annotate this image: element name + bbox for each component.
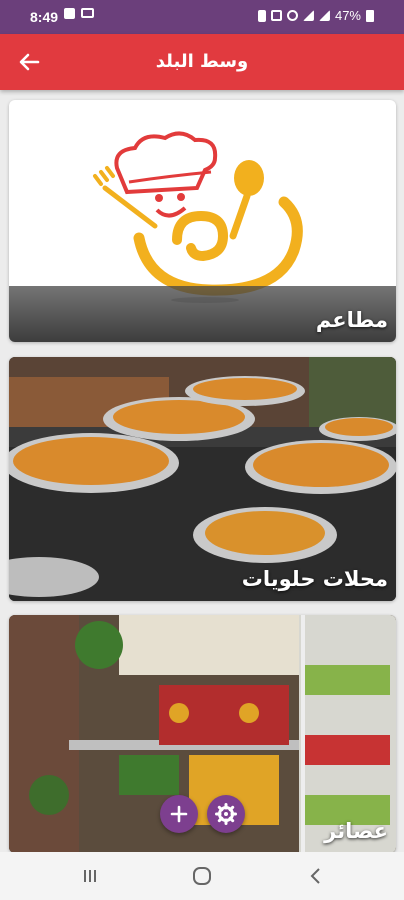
laptop-notification-icon [81,8,94,18]
battery-percent: 47% [334,8,361,23]
status-bar: 8:49 47% [0,0,404,34]
category-label: مطاعم [315,308,388,332]
wifi-icon [286,10,298,21]
battery-saver-icon [257,9,266,22]
image-notification-icon [64,8,75,19]
signal-2-icon [318,10,330,21]
system-icons: 47% [257,8,374,23]
category-card-restaurants[interactable]: مطاعم [9,100,396,342]
home-icon[interactable] [191,865,213,887]
plus-icon [170,805,188,823]
battery-icon [366,9,374,22]
settings-button[interactable] [207,795,245,833]
knafeh-photo [9,357,396,601]
recent-apps-icon[interactable] [80,866,100,886]
signal-icon [302,10,314,21]
app-bar: وسط البلد [0,34,404,90]
system-nav-bar [0,852,404,900]
back-nav-icon[interactable] [306,866,326,886]
page-title: وسط البلد [155,51,249,72]
gear-icon [215,803,237,825]
category-card-sweets[interactable]: محلات حلويات [9,357,396,601]
juice-shop-photo [9,615,396,853]
add-button[interactable] [160,795,198,833]
mute-icon [270,10,282,21]
status-time: 8:49 [30,9,59,25]
notification-icons [64,8,94,19]
category-label: محلات حلويات [241,567,388,591]
category-card-juices[interactable]: عصائر [9,615,396,853]
category-label: عصائر [324,819,388,843]
